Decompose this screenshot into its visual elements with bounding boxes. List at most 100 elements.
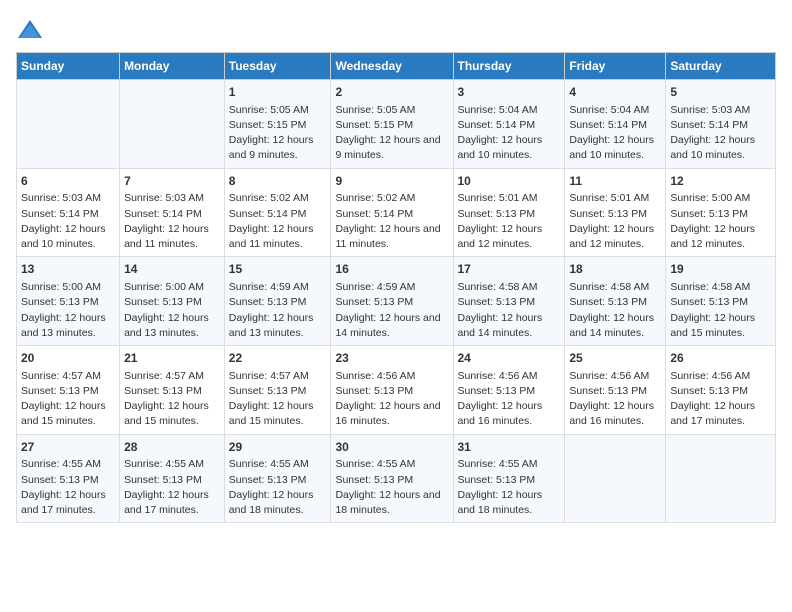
calendar-cell: 14 Sunrise: 5:00 AM Sunset: 5:13 PM Dayli… — [120, 257, 225, 346]
calendar-cell: 2 Sunrise: 5:05 AM Sunset: 5:15 PM Daylig… — [331, 80, 453, 169]
day-info: Sunrise: 5:00 AM Sunset: 5:13 PM Dayligh… — [21, 280, 115, 341]
day-number: 25 — [569, 350, 661, 367]
calendar-cell: 15 Sunrise: 4:59 AM Sunset: 5:13 PM Dayli… — [224, 257, 331, 346]
calendar-cell — [17, 80, 120, 169]
calendar-cell: 20 Sunrise: 4:57 AM Sunset: 5:13 PM Dayli… — [17, 346, 120, 435]
calendar-table: SundayMondayTuesdayWednesdayThursdayFrid… — [16, 52, 776, 523]
calendar-cell: 21 Sunrise: 4:57 AM Sunset: 5:13 PM Dayli… — [120, 346, 225, 435]
day-number: 11 — [569, 173, 661, 190]
day-number: 4 — [569, 84, 661, 101]
day-info: Sunrise: 5:05 AM Sunset: 5:15 PM Dayligh… — [335, 103, 448, 164]
day-number: 24 — [458, 350, 561, 367]
day-number: 10 — [458, 173, 561, 190]
calendar-cell: 9Sunrise: 5:02 AM Sunset: 5:14 PM Daylig… — [331, 168, 453, 257]
calendar-cell: 18 Sunrise: 4:58 AM Sunset: 5:13 PM Dayli… — [565, 257, 666, 346]
calendar-cell: 30Sunrise: 4:55 AM Sunset: 5:13 PM Dayli… — [331, 434, 453, 523]
calendar-cell: 24 Sunrise: 4:56 AM Sunset: 5:13 PM Dayli… — [453, 346, 565, 435]
column-header-sunday: Sunday — [17, 53, 120, 80]
logo-icon — [16, 16, 44, 44]
calendar-cell: 31Sunrise: 4:55 AM Sunset: 5:13 PM Dayli… — [453, 434, 565, 523]
day-info: Sunrise: 5:00 AM Sunset: 5:13 PM Dayligh… — [670, 191, 771, 252]
calendar-header: SundayMondayTuesdayWednesdayThursdayFrid… — [17, 53, 776, 80]
day-number: 20 — [21, 350, 115, 367]
day-info: Sunrise: 4:57 AM Sunset: 5:13 PM Dayligh… — [124, 369, 220, 430]
calendar-week-1: 1 Sunrise: 5:05 AM Sunset: 5:15 PM Daylig… — [17, 80, 776, 169]
day-number: 27 — [21, 439, 115, 456]
day-info: Sunrise: 4:56 AM Sunset: 5:13 PM Dayligh… — [569, 369, 661, 430]
day-info: Sunrise: 4:55 AM Sunset: 5:13 PM Dayligh… — [335, 457, 448, 518]
day-info: Sunrise: 4:55 AM Sunset: 5:13 PM Dayligh… — [229, 457, 327, 518]
day-number: 8 — [229, 173, 327, 190]
day-number: 5 — [670, 84, 771, 101]
day-info: Sunrise: 5:02 AM Sunset: 5:14 PM Dayligh… — [229, 191, 327, 252]
calendar-cell: 26 Sunrise: 4:56 AM Sunset: 5:13 PM Dayli… — [666, 346, 776, 435]
calendar-cell: 4Sunrise: 5:04 AM Sunset: 5:14 PM Daylig… — [565, 80, 666, 169]
column-header-friday: Friday — [565, 53, 666, 80]
day-info: Sunrise: 4:55 AM Sunset: 5:13 PM Dayligh… — [21, 457, 115, 518]
calendar-cell: 25 Sunrise: 4:56 AM Sunset: 5:13 PM Dayli… — [565, 346, 666, 435]
calendar-week-3: 13 Sunrise: 5:00 AM Sunset: 5:13 PM Dayli… — [17, 257, 776, 346]
day-number: 1 — [229, 84, 327, 101]
day-number: 13 — [21, 261, 115, 278]
day-number: 12 — [670, 173, 771, 190]
day-number: 6 — [21, 173, 115, 190]
day-info: Sunrise: 4:58 AM Sunset: 5:13 PM Dayligh… — [670, 280, 771, 341]
day-info: Sunrise: 5:03 AM Sunset: 5:14 PM Dayligh… — [124, 191, 220, 252]
day-number: 28 — [124, 439, 220, 456]
column-header-monday: Monday — [120, 53, 225, 80]
day-info: Sunrise: 5:00 AM Sunset: 5:13 PM Dayligh… — [124, 280, 220, 341]
calendar-cell — [565, 434, 666, 523]
column-header-thursday: Thursday — [453, 53, 565, 80]
day-info: Sunrise: 5:03 AM Sunset: 5:14 PM Dayligh… — [670, 103, 771, 164]
page-header — [16, 16, 776, 44]
day-info: Sunrise: 4:56 AM Sunset: 5:13 PM Dayligh… — [335, 369, 448, 430]
day-number: 9 — [335, 173, 448, 190]
day-number: 29 — [229, 439, 327, 456]
day-number: 16 — [335, 261, 448, 278]
day-number: 19 — [670, 261, 771, 278]
day-info: Sunrise: 5:03 AM Sunset: 5:14 PM Dayligh… — [21, 191, 115, 252]
day-number: 21 — [124, 350, 220, 367]
column-header-saturday: Saturday — [666, 53, 776, 80]
day-info: Sunrise: 4:57 AM Sunset: 5:13 PM Dayligh… — [21, 369, 115, 430]
calendar-cell: 3 Sunrise: 5:04 AM Sunset: 5:14 PM Daylig… — [453, 80, 565, 169]
day-info: Sunrise: 4:56 AM Sunset: 5:13 PM Dayligh… — [670, 369, 771, 430]
calendar-cell: 16 Sunrise: 4:59 AM Sunset: 5:13 PM Dayli… — [331, 257, 453, 346]
calendar-week-5: 27Sunrise: 4:55 AM Sunset: 5:13 PM Dayli… — [17, 434, 776, 523]
day-info: Sunrise: 4:58 AM Sunset: 5:13 PM Dayligh… — [569, 280, 661, 341]
calendar-cell: 13 Sunrise: 5:00 AM Sunset: 5:13 PM Dayli… — [17, 257, 120, 346]
day-number: 26 — [670, 350, 771, 367]
calendar-cell: 23Sunrise: 4:56 AM Sunset: 5:13 PM Dayli… — [331, 346, 453, 435]
day-info: Sunrise: 4:57 AM Sunset: 5:13 PM Dayligh… — [229, 369, 327, 430]
day-number: 15 — [229, 261, 327, 278]
calendar-cell: 17Sunrise: 4:58 AM Sunset: 5:13 PM Dayli… — [453, 257, 565, 346]
day-number: 18 — [569, 261, 661, 278]
calendar-cell — [120, 80, 225, 169]
day-info: Sunrise: 4:59 AM Sunset: 5:13 PM Dayligh… — [335, 280, 448, 341]
calendar-cell: 5 Sunrise: 5:03 AM Sunset: 5:14 PM Daylig… — [666, 80, 776, 169]
calendar-cell: 1 Sunrise: 5:05 AM Sunset: 5:15 PM Daylig… — [224, 80, 331, 169]
calendar-cell: 8Sunrise: 5:02 AM Sunset: 5:14 PM Daylig… — [224, 168, 331, 257]
calendar-cell: 6Sunrise: 5:03 AM Sunset: 5:14 PM Daylig… — [17, 168, 120, 257]
day-info: Sunrise: 5:01 AM Sunset: 5:13 PM Dayligh… — [569, 191, 661, 252]
day-info: Sunrise: 4:56 AM Sunset: 5:13 PM Dayligh… — [458, 369, 561, 430]
day-number: 14 — [124, 261, 220, 278]
column-header-wednesday: Wednesday — [331, 53, 453, 80]
calendar-cell: 12Sunrise: 5:00 AM Sunset: 5:13 PM Dayli… — [666, 168, 776, 257]
day-number: 2 — [335, 84, 448, 101]
day-number: 7 — [124, 173, 220, 190]
day-number: 30 — [335, 439, 448, 456]
calendar-cell: 29Sunrise: 4:55 AM Sunset: 5:13 PM Dayli… — [224, 434, 331, 523]
calendar-week-2: 6Sunrise: 5:03 AM Sunset: 5:14 PM Daylig… — [17, 168, 776, 257]
day-number: 3 — [458, 84, 561, 101]
day-info: Sunrise: 5:04 AM Sunset: 5:14 PM Dayligh… — [458, 103, 561, 164]
calendar-week-4: 20 Sunrise: 4:57 AM Sunset: 5:13 PM Dayli… — [17, 346, 776, 435]
calendar-cell — [666, 434, 776, 523]
day-info: Sunrise: 4:59 AM Sunset: 5:13 PM Dayligh… — [229, 280, 327, 341]
day-info: Sunrise: 4:55 AM Sunset: 5:13 PM Dayligh… — [458, 457, 561, 518]
calendar-cell: 19 Sunrise: 4:58 AM Sunset: 5:13 PM Dayli… — [666, 257, 776, 346]
day-info: Sunrise: 5:05 AM Sunset: 5:15 PM Dayligh… — [229, 103, 327, 164]
day-number: 31 — [458, 439, 561, 456]
day-info: Sunrise: 5:01 AM Sunset: 5:13 PM Dayligh… — [458, 191, 561, 252]
day-info: Sunrise: 4:58 AM Sunset: 5:13 PM Dayligh… — [458, 280, 561, 341]
